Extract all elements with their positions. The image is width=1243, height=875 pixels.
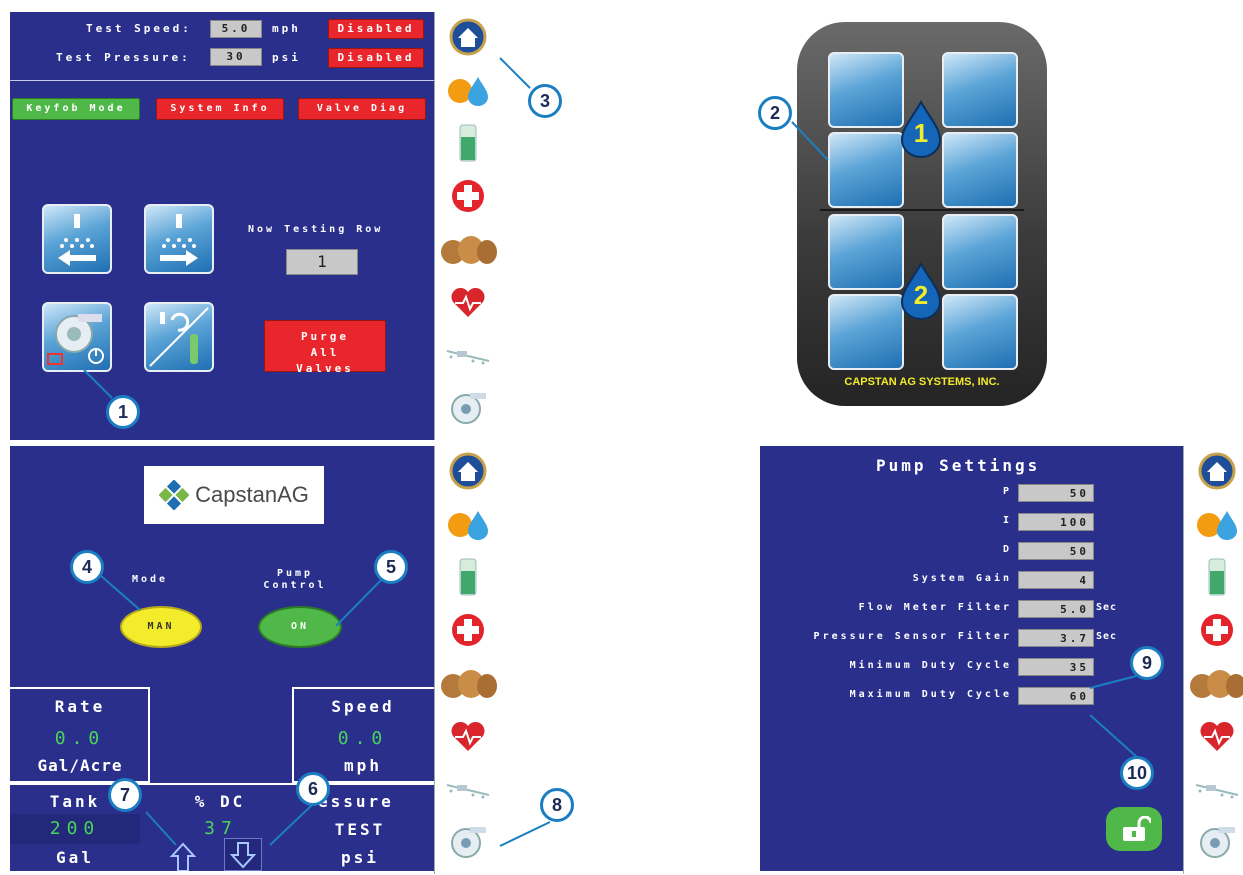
callout-10: 10 <box>1120 756 1154 790</box>
callout-3: 3 <box>528 84 562 118</box>
callout-6: 6 <box>296 772 330 806</box>
callout-2: 2 <box>758 96 792 130</box>
callout-5: 5 <box>374 550 408 584</box>
callout-8: 8 <box>540 788 574 822</box>
callout-7: 7 <box>108 778 142 812</box>
callout-leaders <box>83 57 1139 847</box>
callout-1: 1 <box>106 395 140 429</box>
callout-9: 9 <box>1130 646 1164 680</box>
callout-4: 4 <box>70 550 104 584</box>
